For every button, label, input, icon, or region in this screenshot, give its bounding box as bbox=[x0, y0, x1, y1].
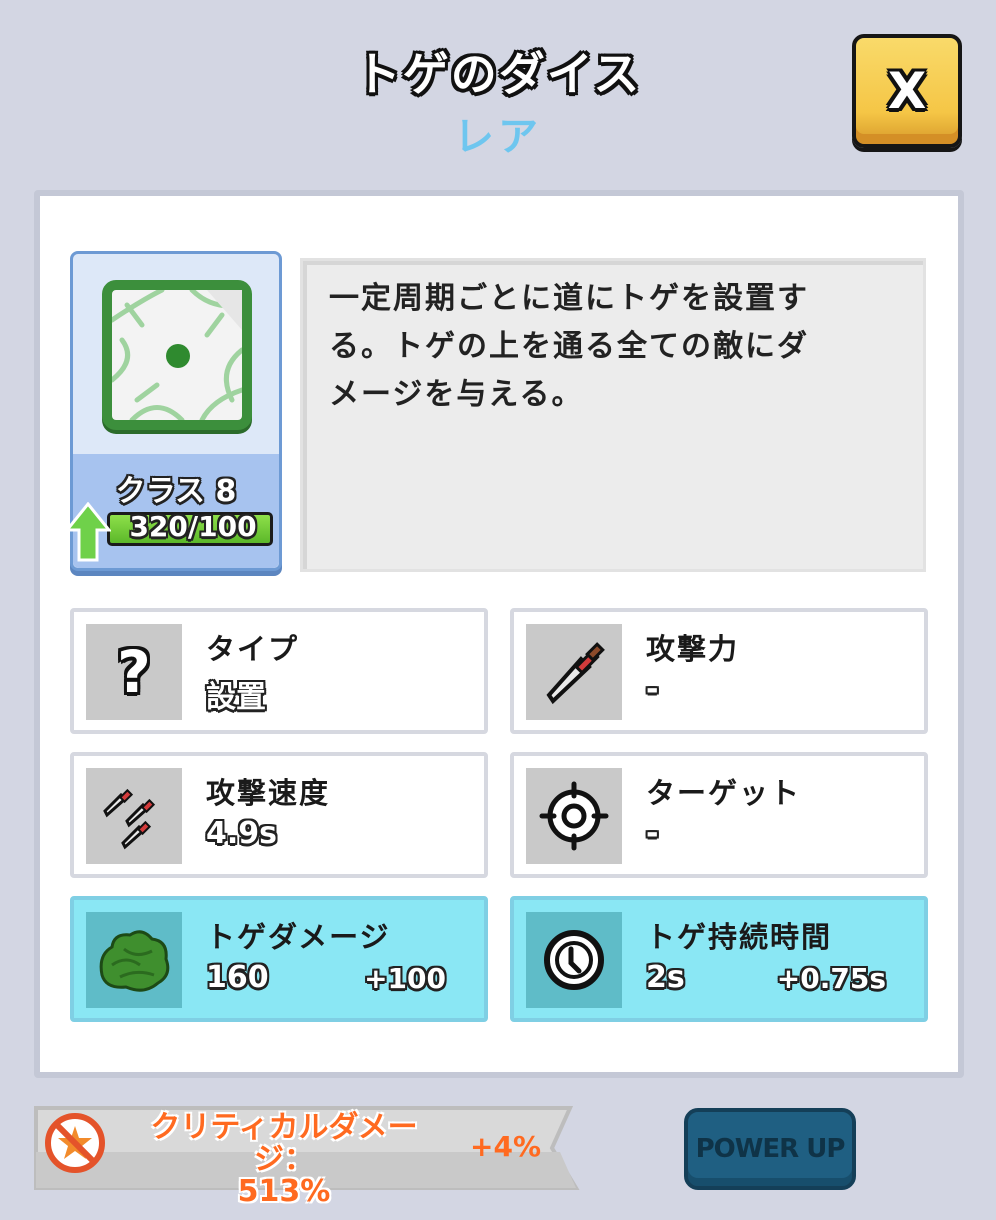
critical-damage-value: 513% bbox=[237, 1174, 331, 1209]
stat-label: ターゲット bbox=[646, 776, 802, 810]
stat-attack: 攻撃力 - bbox=[510, 608, 928, 734]
power-up-button[interactable]: POWER UP bbox=[684, 1108, 856, 1190]
stat-value: 2s bbox=[646, 960, 685, 995]
daggers-icon bbox=[86, 768, 182, 864]
critical-damage-label: クリティカルダメージ： bbox=[150, 1110, 418, 1177]
thorn-bush-icon bbox=[86, 912, 182, 1008]
stat-value: 160 bbox=[206, 960, 269, 995]
stat-label: トゲダメージ bbox=[206, 920, 391, 954]
stat-value: 設置 bbox=[206, 680, 266, 715]
clock-icon bbox=[526, 912, 622, 1008]
power-up-label: POWER UP bbox=[695, 1134, 846, 1164]
no-critical-icon bbox=[45, 1113, 105, 1173]
rarity-label: レア bbox=[454, 114, 542, 160]
stat-value: - bbox=[646, 672, 659, 707]
stat-thorn-duration: トゲ持続時間 2s +0.75s bbox=[510, 896, 928, 1022]
stat-value: 4.9s bbox=[206, 816, 278, 851]
item-title: トゲのダイス bbox=[354, 47, 642, 101]
stat-target: ターゲット - bbox=[510, 752, 928, 878]
stat-label: 攻撃速度 bbox=[206, 776, 331, 810]
thorn-dice-icon bbox=[102, 280, 252, 430]
close-icon: X bbox=[887, 62, 927, 120]
sword-icon bbox=[526, 624, 622, 720]
description-line: メージを与える。 bbox=[329, 377, 584, 412]
progress-text: 320/100 bbox=[129, 510, 257, 543]
question-icon: ? bbox=[86, 624, 182, 720]
description-line: 一定周期ごとに道にトゲを設置す bbox=[329, 281, 809, 316]
stat-label: タイプ bbox=[206, 632, 300, 666]
stat-attack-speed: 攻撃速度 4.9s bbox=[70, 752, 488, 878]
stat-bonus: +100 bbox=[364, 962, 446, 995]
item-card: クラス 8 320/100 bbox=[65, 251, 282, 571]
description-line: る。トゲの上を通る全ての敵にダ bbox=[329, 329, 809, 364]
stat-bonus: +0.75s bbox=[776, 962, 886, 995]
crosshair-icon bbox=[526, 768, 622, 864]
upgrade-arrow-icon bbox=[65, 502, 111, 562]
stat-thorn-damage: トゲダメージ 160 +100 bbox=[70, 896, 488, 1022]
stat-label: トゲ持続時間 bbox=[646, 920, 833, 954]
stat-label: 攻撃力 bbox=[646, 632, 740, 666]
stat-value: - bbox=[646, 816, 659, 851]
close-button[interactable]: X bbox=[852, 34, 962, 148]
stat-type: ? タイプ 設置 bbox=[70, 608, 488, 734]
critical-damage-bonus: +4% bbox=[470, 1130, 541, 1163]
item-description: 一定周期ごとに道にトゲを設置す る。トゲの上を通る全ての敵にダ メージを与える。 bbox=[300, 258, 926, 572]
critical-damage-text: クリティカルダメージ： 513% bbox=[124, 1112, 444, 1208]
